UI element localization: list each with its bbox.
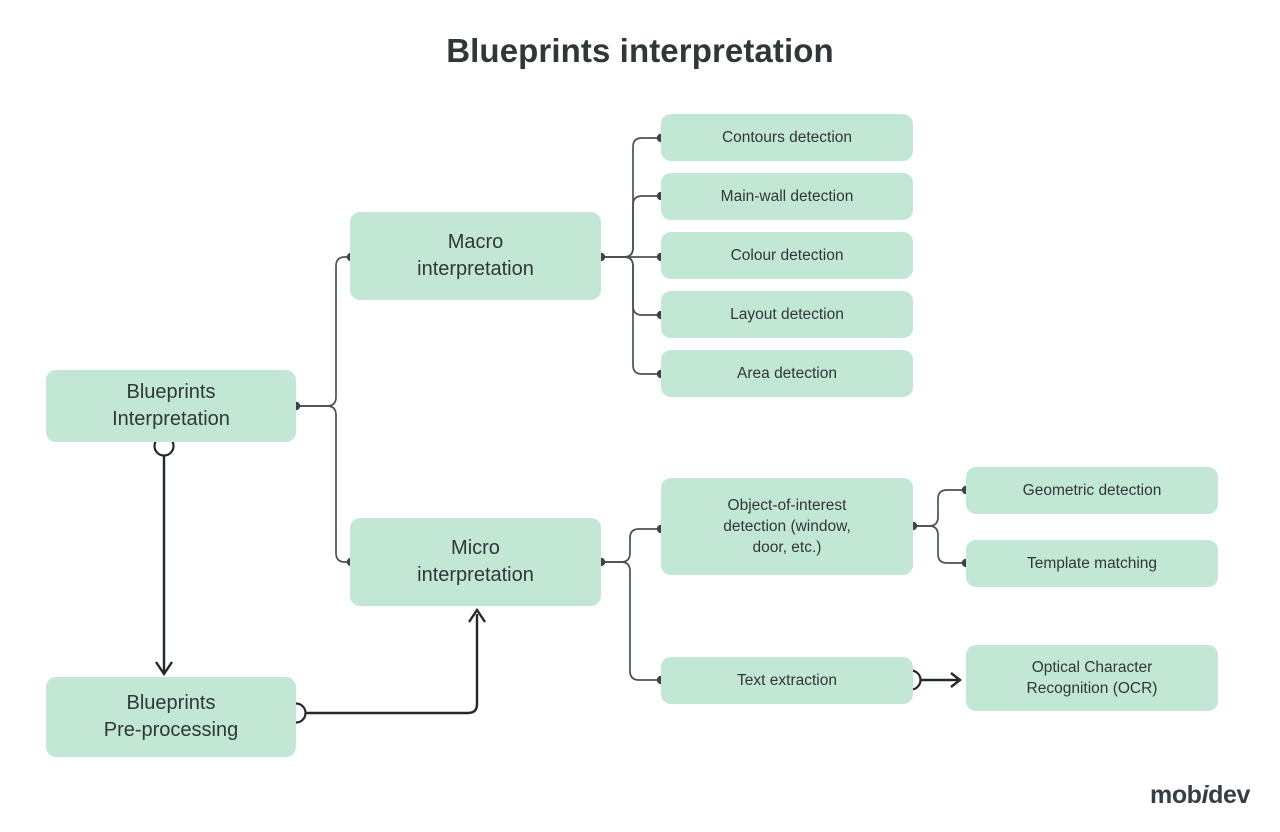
node-label: Contours detection [721, 128, 853, 146]
connector-root-to-preprocessing [153, 435, 175, 677]
logo-part-3: dev [1208, 781, 1250, 809]
node-micro-interpretation[interactable]: Micro interpretation [350, 518, 601, 606]
node-label: Area detection [737, 364, 837, 382]
node-label: Object-of-interest detection (window, do… [723, 496, 851, 557]
node-label: Geometric detection [1022, 481, 1162, 499]
node-label: Blueprints Pre-processing [103, 691, 239, 741]
node-label: Main-wall detection [720, 187, 854, 205]
diagram-canvas: Blueprints interpretation Blueprints Int… [0, 0, 1280, 832]
node-label: Colour detection [730, 246, 844, 264]
node-main-wall-detection[interactable]: Main-wall detection [661, 173, 913, 220]
node-label: Optical Character Recognition (OCR) [1026, 658, 1158, 697]
page-title: Blueprints interpretation [446, 32, 834, 69]
node-macro-interpretation[interactable]: Macro interpretation [350, 212, 601, 300]
node-label: Micro interpretation [417, 536, 534, 586]
node-label: Text extraction [737, 671, 837, 689]
connector-preprocessing-to-micro [285, 607, 486, 724]
node-blueprints-interpretation[interactable]: Blueprints Interpretation [46, 370, 296, 442]
connector-object-to-children [908, 485, 971, 568]
node-text-extraction[interactable]: Text extraction [661, 657, 913, 704]
node-template-matching[interactable]: Template matching [966, 540, 1218, 587]
mobidev-logo: mobidev [1150, 781, 1250, 810]
node-label: Macro interpretation [417, 230, 534, 280]
node-geometric-detection[interactable]: Geometric detection [966, 467, 1218, 514]
connector-micro-to-children [596, 524, 666, 685]
node-optical-character-recognition[interactable]: Optical Character Recognition (OCR) [966, 645, 1218, 711]
node-label: Blueprints Interpretation [112, 380, 230, 430]
node-contours-detection[interactable]: Contours detection [661, 114, 913, 161]
node-area-detection[interactable]: Area detection [661, 350, 913, 397]
node-blueprints-preprocessing[interactable]: Blueprints Pre-processing [46, 677, 296, 757]
node-object-of-interest-detection[interactable]: Object-of-interest detection (window, do… [661, 478, 913, 575]
node-label: Template matching [1026, 554, 1158, 572]
node-layout-detection[interactable]: Layout detection [661, 291, 913, 338]
connector-macro-to-children [596, 133, 666, 379]
node-colour-detection[interactable]: Colour detection [661, 232, 913, 279]
node-label: Layout detection [730, 305, 844, 323]
connector-root-to-interpretations [291, 252, 356, 567]
logo-part-1: mob [1149, 781, 1202, 809]
